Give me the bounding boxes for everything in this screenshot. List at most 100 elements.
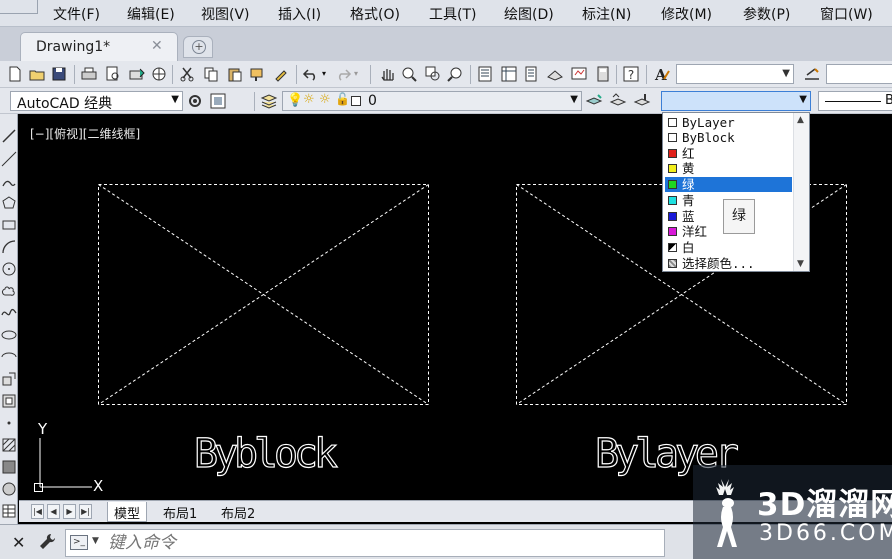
rectangle-icon[interactable] — [1, 217, 17, 233]
new-tab-button[interactable]: + — [183, 36, 213, 58]
color-list-scrollbar[interactable]: ▲ ▼ — [793, 113, 809, 271]
ellipse-icon[interactable] — [1, 327, 17, 343]
publish-icon[interactable] — [128, 65, 146, 83]
make-current-layer-icon[interactable] — [585, 92, 603, 110]
color-dropdown-list: ByLayer ByBlock 红 黄 绿 青 蓝 洋红 白 选择颜色... ▲… — [662, 112, 810, 272]
text-style-icon[interactable]: A — [653, 65, 671, 83]
line-tool-icon[interactable] — [1, 128, 17, 144]
color-option-yellow[interactable]: 黄 — [665, 161, 792, 176]
layer-dropdown[interactable]: 💡 ☼ ☼ 🔓 0 ▼ — [282, 91, 582, 111]
zoom-window-icon[interactable] — [424, 65, 442, 83]
tab-layout2[interactable]: 布局2 — [215, 502, 261, 522]
toolbar-separator — [74, 65, 75, 84]
tab-model[interactable]: 模型 — [107, 502, 148, 522]
cut-icon[interactable] — [178, 65, 196, 83]
menu-parameter[interactable]: 参数(P) — [743, 4, 790, 24]
sheet-set-icon[interactable] — [546, 65, 564, 83]
menu-draw[interactable]: 绘图(D) — [504, 4, 554, 24]
command-prompt-icon[interactable]: >_ — [70, 535, 88, 550]
spline-icon[interactable] — [1, 305, 17, 321]
color-option-red[interactable]: 红 — [665, 146, 792, 161]
menu-modify[interactable]: 修改(M) — [661, 4, 712, 24]
workspace-settings-gear-icon[interactable] — [186, 92, 204, 110]
previous-layout-button[interactable]: ◀ — [47, 504, 60, 519]
color-option-bylayer[interactable]: ByLayer — [665, 115, 792, 130]
menu-edit[interactable]: 编辑(E) — [127, 4, 175, 24]
workspace-dropdown[interactable]: AutoCAD 经典 ▼ — [10, 91, 183, 112]
chevron-down-icon[interactable]: ▼ — [92, 536, 99, 546]
next-layout-button[interactable]: ▶ — [63, 504, 76, 519]
ellipse-arc-icon[interactable] — [1, 349, 17, 365]
workspace-value: AutoCAD 经典 — [17, 96, 113, 112]
command-input-box[interactable]: >_ ▼ — [65, 529, 665, 557]
document-tab[interactable]: Drawing1* ✕ — [20, 32, 178, 61]
tool-palettes-icon[interactable] — [522, 65, 540, 83]
layer-manager-icon[interactable] — [260, 92, 278, 110]
menu-window[interactable]: 窗口(W) — [820, 4, 873, 24]
print-icon[interactable] — [80, 65, 98, 83]
properties-icon[interactable] — [476, 65, 494, 83]
match-properties-icon[interactable] — [248, 65, 266, 83]
arc-icon[interactable] — [1, 239, 17, 255]
dimension-style-icon[interactable] — [803, 65, 821, 83]
make-block-icon[interactable] — [1, 393, 17, 409]
hatch-icon[interactable] — [1, 437, 17, 453]
dimension-style-dropdown[interactable] — [826, 64, 892, 84]
insert-block-icon[interactable] — [1, 371, 17, 387]
design-center-icon[interactable] — [500, 65, 518, 83]
construction-line-icon[interactable] — [1, 151, 17, 167]
scroll-down-icon[interactable]: ▼ — [797, 259, 804, 269]
color-control-dropdown[interactable]: ▼ — [661, 91, 811, 111]
last-layout-button[interactable]: ▶| — [79, 504, 92, 519]
paste-icon[interactable] — [226, 65, 244, 83]
first-layout-button[interactable]: |◀ — [31, 504, 44, 519]
layer-tools-icon[interactable] — [633, 92, 651, 110]
text-style-dropdown[interactable]: ▼ — [676, 64, 794, 84]
menu-dimension[interactable]: 标注(N) — [582, 4, 631, 24]
undo-icon[interactable] — [302, 65, 320, 83]
color-option-green[interactable]: 绿 — [665, 177, 792, 192]
zoom-realtime-icon[interactable] — [400, 65, 418, 83]
menu-format[interactable]: 格式(O) — [350, 4, 400, 24]
command-input[interactable] — [108, 531, 648, 555]
menu-view[interactable]: 视图(V) — [201, 4, 250, 24]
layer-previous-icon[interactable] — [609, 92, 627, 110]
calculator-icon[interactable] — [594, 65, 612, 83]
gradient-icon[interactable] — [1, 459, 17, 475]
help-icon[interactable]: ? — [622, 65, 640, 83]
wrench-icon[interactable] — [38, 532, 58, 552]
zoom-previous-icon[interactable] — [446, 65, 464, 83]
workspace-save-icon[interactable] — [209, 92, 227, 110]
revision-cloud-icon[interactable] — [1, 283, 17, 299]
match-brush-icon[interactable] — [272, 65, 290, 83]
polygon-icon[interactable] — [1, 195, 17, 211]
copy-icon[interactable] — [202, 65, 220, 83]
menu-file[interactable]: 文件(F) — [53, 4, 100, 24]
polyline-icon[interactable] — [1, 174, 17, 190]
save-icon[interactable] — [50, 65, 68, 83]
scroll-up-icon[interactable]: ▲ — [797, 115, 804, 125]
circle-icon[interactable] — [1, 261, 17, 277]
menu-insert[interactable]: 插入(I) — [278, 4, 321, 24]
color-option-select-color[interactable]: 选择颜色... — [665, 256, 792, 271]
linetype-dropdown[interactable]: B — [818, 91, 892, 111]
color-option-white[interactable]: 白 — [665, 240, 792, 255]
tab-layout1[interactable]: 布局1 — [157, 502, 203, 522]
color-option-byblock[interactable]: ByBlock — [665, 130, 792, 145]
region-icon[interactable] — [1, 481, 17, 497]
menu-tools[interactable]: 工具(T) — [429, 4, 476, 24]
open-folder-icon[interactable] — [28, 65, 46, 83]
point-icon[interactable] — [1, 415, 17, 431]
print-preview-icon[interactable] — [104, 65, 122, 83]
3d-print-icon[interactable] — [150, 65, 168, 83]
markup-icon[interactable] — [570, 65, 588, 83]
pan-hand-icon[interactable] — [378, 65, 396, 83]
close-tab-icon[interactable]: ✕ — [151, 38, 163, 54]
undo-dropdown-arrow[interactable]: ▾ — [322, 69, 326, 78]
redo-icon[interactable] — [334, 65, 352, 83]
redo-dropdown-arrow[interactable]: ▾ — [354, 69, 358, 78]
new-file-icon[interactable] — [6, 65, 24, 83]
table-icon[interactable] — [1, 503, 17, 519]
viewport-controls-label[interactable]: [−][俯视][二维线框] — [30, 125, 140, 142]
close-command-line-icon[interactable]: ✕ — [12, 533, 25, 552]
